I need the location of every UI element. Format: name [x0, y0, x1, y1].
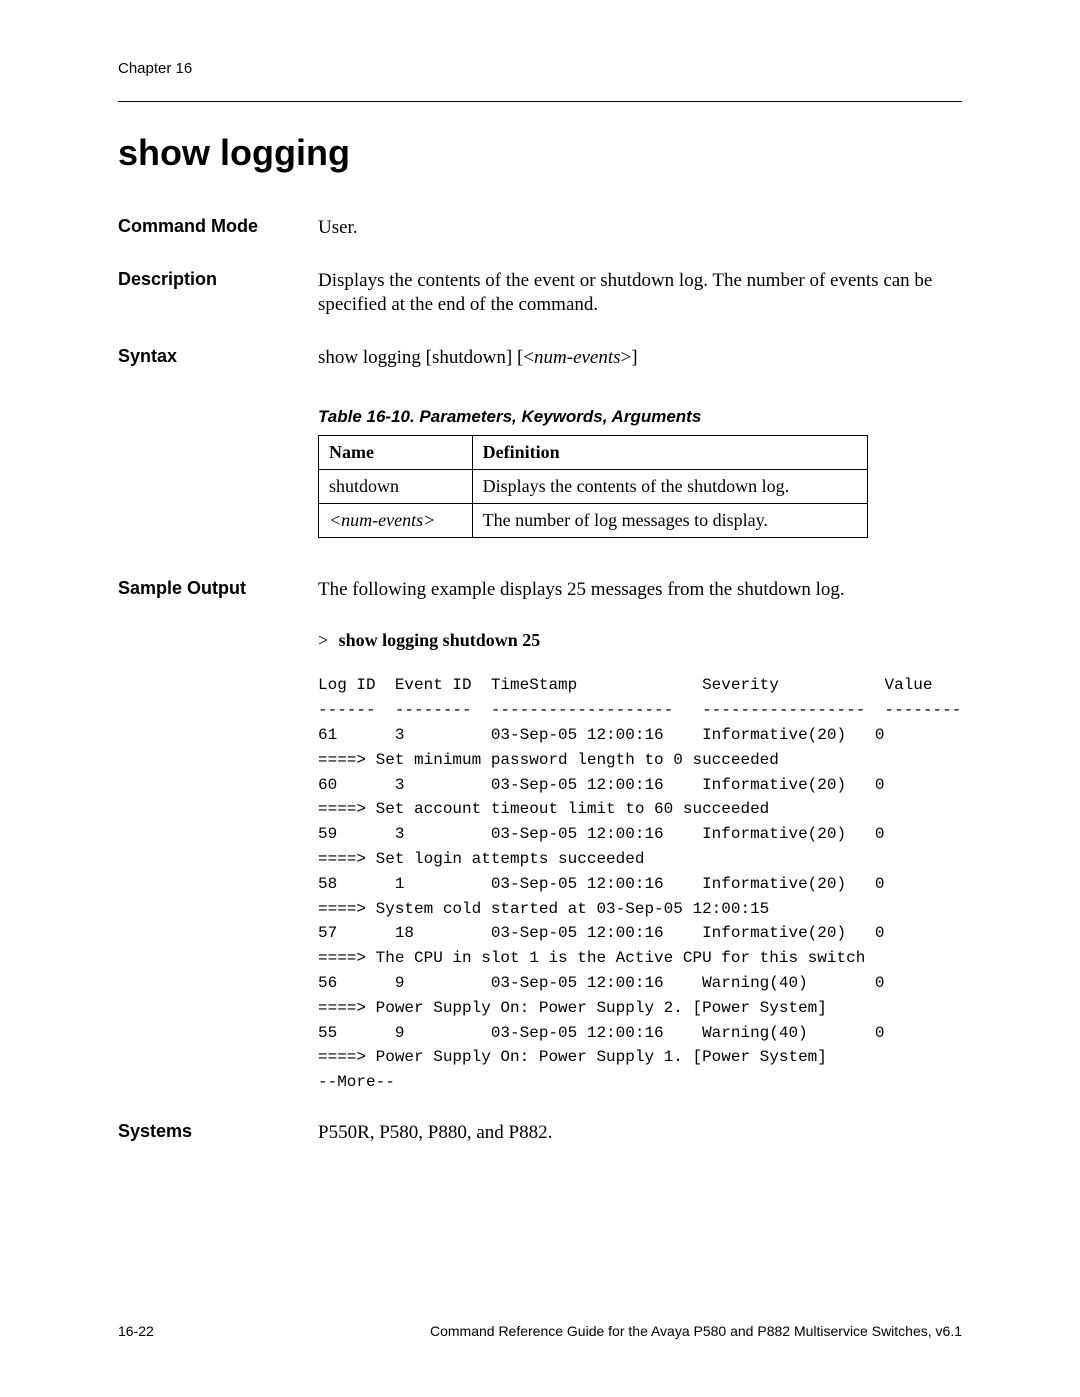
- cell-definition: The number of log messages to display.: [472, 503, 867, 537]
- th-name: Name: [319, 435, 473, 469]
- value-sample-output-intro: The following example displays 25 messag…: [318, 578, 962, 603]
- label-description: Description: [118, 269, 318, 290]
- row-sample-output: Sample Output The following example disp…: [118, 578, 962, 603]
- chapter-label: Chapter 16: [118, 60, 962, 77]
- sample-command-line: > show logging shutdown 25: [318, 630, 962, 651]
- syntax-arg: num-events: [534, 347, 621, 368]
- header-divider: [118, 101, 962, 102]
- table-row: <num-events> The number of log messages …: [319, 503, 868, 537]
- cell-name: shutdown: [319, 469, 473, 503]
- value-command-mode: User.: [318, 216, 962, 241]
- syntax-prefix: show logging [shutdown] [<: [318, 347, 534, 368]
- label-syntax: Syntax: [118, 346, 318, 367]
- label-sample-output: Sample Output: [118, 578, 318, 599]
- footer-guide-title: Command Reference Guide for the Avaya P5…: [430, 1323, 962, 1339]
- table-row: shutdown Displays the contents of the sh…: [319, 469, 868, 503]
- label-command-mode: Command Mode: [118, 216, 318, 237]
- value-systems: P550R, P580, P880, and P882.: [318, 1121, 962, 1146]
- sample-output-block: Log ID Event ID TimeStamp Severity Value…: [318, 673, 962, 1095]
- row-command-mode: Command Mode User.: [118, 216, 962, 241]
- th-definition: Definition: [472, 435, 867, 469]
- footer-page-number: 16-22: [118, 1323, 154, 1339]
- table-header-row: Name Definition: [319, 435, 868, 469]
- row-syntax: Syntax show logging [shutdown] [<num-eve…: [118, 346, 962, 371]
- page-title: show logging: [118, 132, 962, 174]
- row-description: Description Displays the contents of the…: [118, 269, 962, 318]
- value-syntax: show logging [shutdown] [<num-events>]: [318, 346, 962, 371]
- page-footer: 16-22 Command Reference Guide for the Av…: [118, 1323, 962, 1339]
- page: Chapter 16 show logging Command Mode Use…: [0, 0, 1080, 1397]
- cell-name: <num-events>: [319, 503, 473, 537]
- value-description: Displays the contents of the event or sh…: [318, 269, 962, 318]
- sample-command: show logging shutdown 25: [339, 630, 541, 650]
- label-systems: Systems: [118, 1121, 318, 1142]
- row-systems: Systems P550R, P580, P880, and P882.: [118, 1121, 962, 1146]
- cell-definition: Displays the contents of the shutdown lo…: [472, 469, 867, 503]
- parameters-table: Name Definition shutdown Displays the co…: [318, 435, 868, 538]
- prompt: >: [318, 630, 328, 650]
- table-caption: Table 16-10. Parameters, Keywords, Argum…: [318, 407, 962, 427]
- syntax-suffix: >]: [621, 347, 638, 368]
